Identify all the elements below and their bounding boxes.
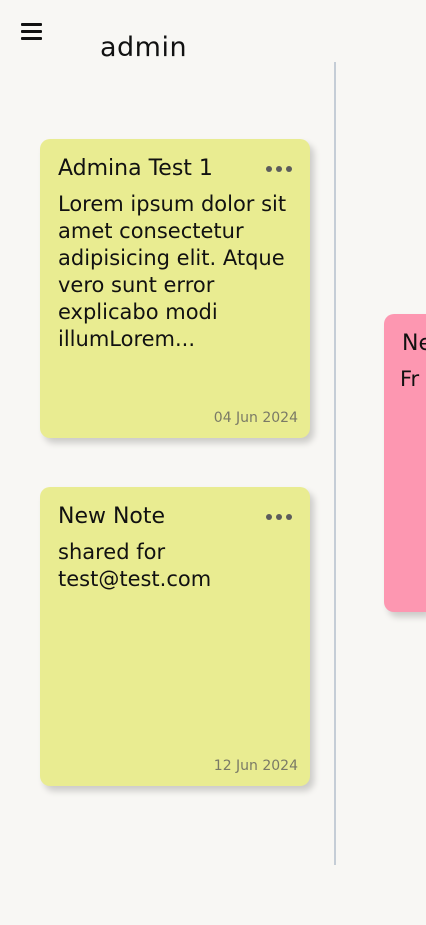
dot — [266, 166, 272, 172]
note-title: New Note — [58, 504, 166, 529]
username-label: admin — [100, 32, 188, 63]
column-divider — [334, 62, 336, 865]
shared-note-card[interactable]: Ne Fr — [384, 314, 426, 612]
dot — [276, 166, 282, 172]
note-date: 04 Jun 2024 — [213, 410, 298, 426]
dot — [266, 514, 272, 520]
menu-line — [21, 30, 42, 33]
dot — [276, 514, 282, 520]
note-title: Ne — [402, 331, 426, 356]
menu-line — [21, 37, 42, 40]
note-card[interactable]: New Note shared for test@test.com 12 Jun… — [40, 487, 310, 786]
more-options-icon[interactable] — [266, 513, 292, 521]
note-body: Fr — [400, 367, 420, 391]
note-card[interactable]: Admina Test 1 Lorem ipsum dolor sit amet… — [40, 139, 310, 438]
note-date: 12 Jun 2024 — [213, 758, 298, 774]
note-body: shared for test@test.com — [58, 540, 212, 591]
dot — [286, 166, 292, 172]
menu-line — [21, 23, 42, 26]
more-options-icon[interactable] — [266, 165, 292, 173]
note-body: Lorem ipsum dolor sit amet consectetur a… — [58, 192, 287, 351]
hamburger-menu-icon[interactable] — [20, 22, 44, 44]
dot — [286, 514, 292, 520]
note-title: Admina Test 1 — [58, 156, 213, 181]
